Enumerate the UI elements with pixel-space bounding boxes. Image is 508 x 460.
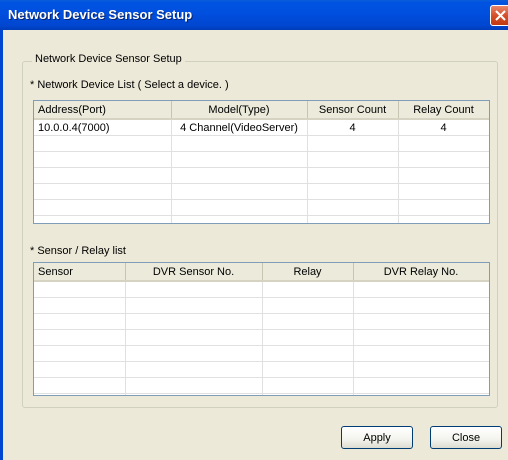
apply-button[interactable]: Apply xyxy=(341,426,413,449)
table-cell xyxy=(353,345,489,362)
table-cell xyxy=(125,393,263,395)
table-cell xyxy=(34,199,172,216)
table-cell xyxy=(34,377,126,394)
table-cell xyxy=(34,151,172,168)
table-row[interactable] xyxy=(34,377,489,394)
table-cell xyxy=(307,167,399,184)
table-cell xyxy=(34,361,126,378)
table-cell xyxy=(398,167,489,184)
table-row[interactable] xyxy=(34,167,489,184)
sensor-column-header[interactable]: DVR Relay No. xyxy=(353,263,489,282)
table-row[interactable] xyxy=(34,135,489,152)
table-cell xyxy=(34,215,172,223)
table-cell xyxy=(125,281,263,298)
device-list-header: Address(Port) Model(Type) Sensor Count Rela… xyxy=(34,101,489,120)
table-cell xyxy=(34,167,172,184)
table-cell: 4 xyxy=(398,119,489,136)
table-cell xyxy=(34,281,126,298)
table-cell: 4 xyxy=(307,119,399,136)
table-row[interactable] xyxy=(34,199,489,216)
table-cell xyxy=(353,313,489,330)
table-cell xyxy=(353,329,489,346)
table-cell xyxy=(171,135,308,152)
table-cell xyxy=(125,329,263,346)
table-row[interactable] xyxy=(34,345,489,362)
table-cell xyxy=(262,281,354,298)
sensor-column-header[interactable]: Sensor xyxy=(34,263,126,282)
table-cell xyxy=(171,199,308,216)
sensor-column-header[interactable]: Relay xyxy=(262,263,354,282)
sensor-list-header: Sensor DVR Sensor No. Relay DVR Relay No. xyxy=(34,263,489,282)
table-cell xyxy=(353,377,489,394)
table-cell xyxy=(262,361,354,378)
table-cell xyxy=(171,215,308,223)
table-row[interactable]: 10.0.0.4(7000) 4 Channel(VideoServer) 4 4 xyxy=(34,119,489,136)
table-row[interactable] xyxy=(34,297,489,314)
table-cell xyxy=(125,377,263,394)
table-row[interactable] xyxy=(34,393,489,395)
close-button[interactable]: Close xyxy=(430,426,502,449)
table-cell xyxy=(125,297,263,314)
device-list[interactable]: Address(Port) Model(Type) Sensor Count Rela… xyxy=(33,100,490,224)
table-cell xyxy=(171,167,308,184)
table-cell xyxy=(125,361,263,378)
table-cell xyxy=(125,345,263,362)
table-cell: 4 Channel(VideoServer) xyxy=(171,119,308,136)
table-cell xyxy=(34,183,172,200)
device-column-header[interactable]: Model(Type) xyxy=(171,101,308,120)
window-close-button[interactable] xyxy=(490,5,508,26)
table-cell xyxy=(262,393,354,395)
table-cell xyxy=(307,135,399,152)
table-cell: 10.0.0.4(7000) xyxy=(34,119,172,136)
table-cell xyxy=(353,361,489,378)
table-cell xyxy=(262,377,354,394)
table-cell xyxy=(398,215,489,223)
table-cell xyxy=(353,281,489,298)
table-cell xyxy=(34,393,126,395)
sensor-list-label: * Sensor / Relay list xyxy=(30,245,126,257)
table-cell xyxy=(307,183,399,200)
table-cell xyxy=(34,313,126,330)
table-cell xyxy=(353,393,489,395)
table-cell xyxy=(34,329,126,346)
close-icon xyxy=(495,10,506,21)
table-cell xyxy=(262,313,354,330)
window-title: Network Device Sensor Setup xyxy=(8,7,193,22)
device-column-header[interactable]: Sensor Count xyxy=(307,101,399,120)
table-cell xyxy=(353,297,489,314)
table-row[interactable] xyxy=(34,215,489,223)
table-cell xyxy=(398,135,489,152)
table-cell xyxy=(307,151,399,168)
table-cell xyxy=(34,135,172,152)
table-cell xyxy=(262,297,354,314)
table-cell xyxy=(34,345,126,362)
sensor-column-header[interactable]: DVR Sensor No. xyxy=(125,263,263,282)
table-cell xyxy=(262,329,354,346)
table-cell xyxy=(171,151,308,168)
table-row[interactable] xyxy=(34,313,489,330)
group-legend: Network Device Sensor Setup xyxy=(32,53,185,65)
table-row[interactable] xyxy=(34,281,489,298)
table-row[interactable] xyxy=(34,329,489,346)
device-column-header[interactable]: Relay Count xyxy=(398,101,489,120)
table-row[interactable] xyxy=(34,151,489,168)
table-cell xyxy=(307,199,399,216)
table-cell xyxy=(398,151,489,168)
title-bar[interactable]: Network Device Sensor Setup xyxy=(0,0,508,30)
table-cell xyxy=(171,183,308,200)
table-row[interactable] xyxy=(34,183,489,200)
sensor-relay-list[interactable]: Sensor DVR Sensor No. Relay DVR Relay No. xyxy=(33,262,490,396)
device-column-header[interactable]: Address(Port) xyxy=(34,101,172,120)
table-cell xyxy=(398,183,489,200)
table-row[interactable] xyxy=(34,361,489,378)
table-cell xyxy=(125,313,263,330)
table-cell xyxy=(398,199,489,216)
dialog-window: Network Device Sensor Setup Network Devi… xyxy=(0,0,508,460)
table-cell xyxy=(34,297,126,314)
device-list-label: * Network Device List ( Select a device.… xyxy=(30,79,229,91)
table-cell xyxy=(307,215,399,223)
table-cell xyxy=(262,345,354,362)
